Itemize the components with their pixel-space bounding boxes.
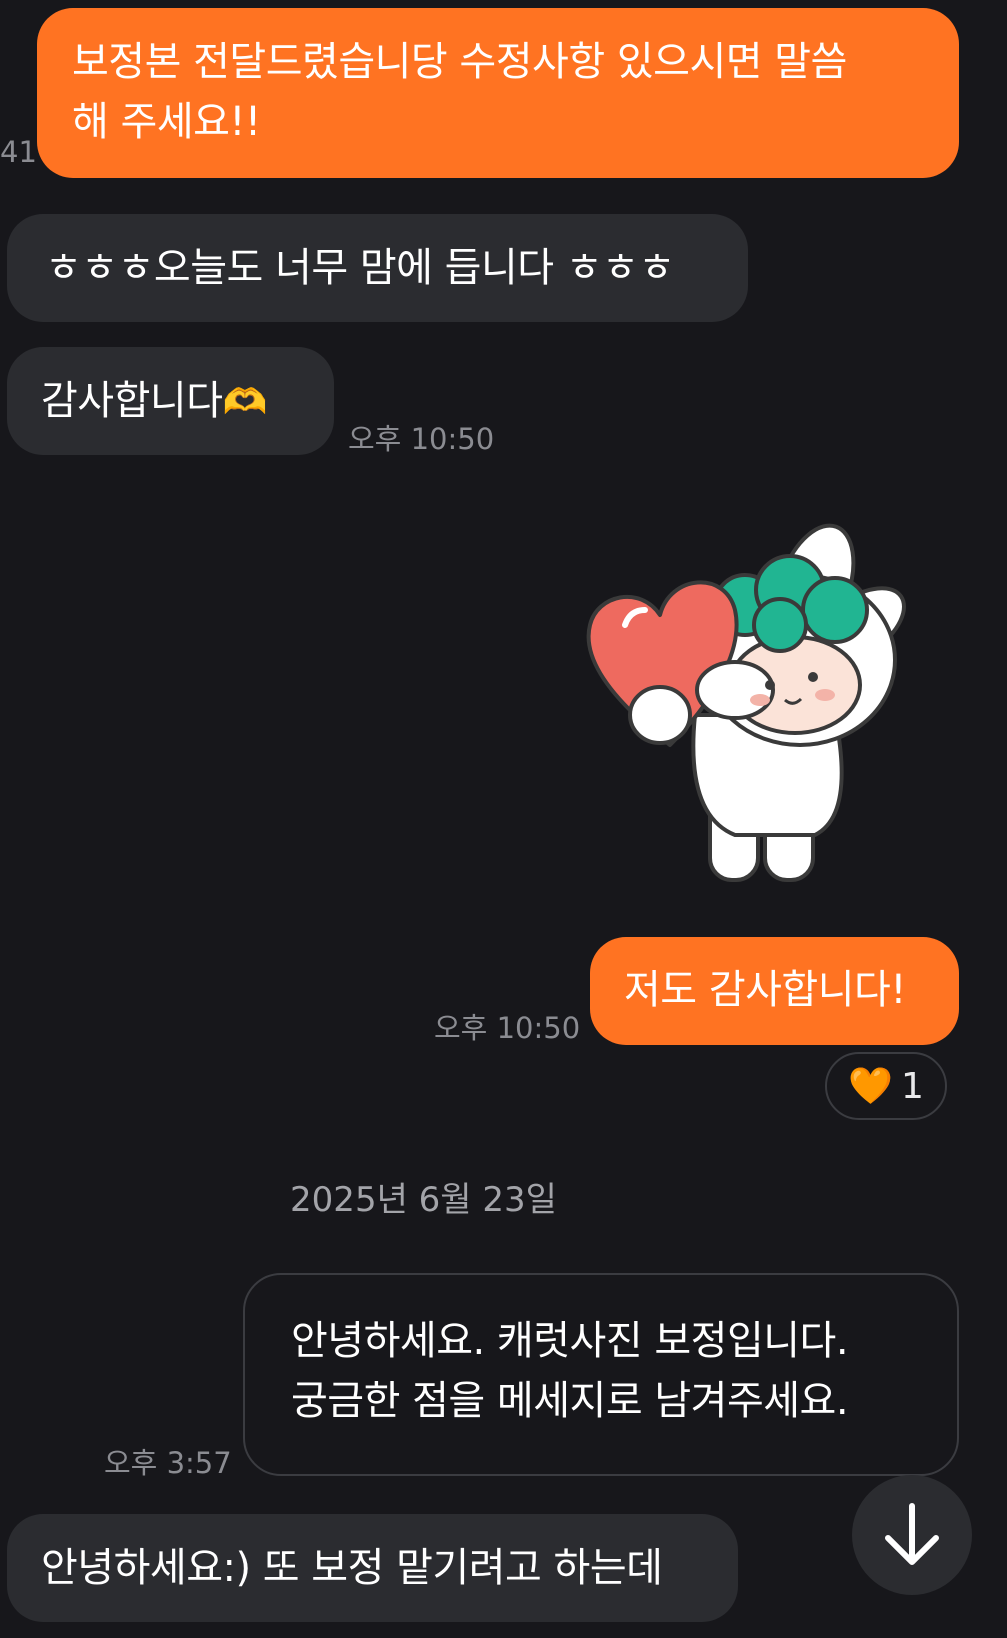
message-timestamp: 오후 3:57 [104, 1446, 232, 1480]
arrow-down-icon [885, 1503, 939, 1565]
message-text-line: 보정본 전달드렸습니당 수정사항 있으시면 말씀 [72, 39, 847, 85]
message-bubble-outgoing[interactable]: 보정본 전달드렸습니당 수정사항 있으시면 말씀 해 주세요!! [37, 8, 959, 178]
bunny-with-heart-sticker[interactable] [585, 515, 915, 895]
message-text-line: 궁금한 점을 메세지로 남겨주세요. [291, 1378, 849, 1424]
message-timestamp: 오후 10:50 [434, 1011, 581, 1045]
heart-hands-emoji-icon: 🫶 [222, 382, 268, 423]
message-bubble-incoming[interactable]: 안녕하세요:) 또 보정 맡기려고 하는데 [7, 1514, 738, 1622]
message-timestamp: 오후 10:50 [348, 422, 495, 456]
scroll-to-bottom-button[interactable] [852, 1475, 972, 1595]
date-divider: 2025년 6월 23일 [290, 1180, 557, 1220]
message-text-line: 해 주세요!! [72, 99, 261, 145]
message-bubble-outgoing[interactable]: 저도 감사합니다! [590, 937, 959, 1045]
orange-heart-icon: 🧡 [848, 1066, 893, 1107]
message-bubble-incoming[interactable]: 감사합니다🫶 [7, 347, 334, 455]
message-text: 감사합니다 [41, 378, 223, 424]
message-bubble-outgoing-outlined[interactable]: 안녕하세요. 캐럿사진 보정입니다. 궁금한 점을 메세지로 남겨주세요. [243, 1273, 959, 1476]
message-text-line: 안녕하세요. 캐럿사진 보정입니다. [291, 1318, 849, 1364]
message-text: ㅎㅎㅎ오늘도 너무 맘에 듭니다 ㅎㅎㅎ [45, 245, 675, 291]
reaction-count: 1 [900, 1065, 924, 1107]
message-text: 저도 감사합니다! [624, 967, 906, 1013]
partial-timestamp: 41 [0, 135, 37, 169]
message-bubble-incoming[interactable]: ㅎㅎㅎ오늘도 너무 맘에 듭니다 ㅎㅎㅎ [7, 214, 748, 322]
reaction-badge[interactable]: 🧡 1 [825, 1052, 947, 1120]
message-text: 안녕하세요:) 또 보정 맡기려고 하는데 [41, 1545, 663, 1591]
sticker-image [586, 523, 906, 882]
